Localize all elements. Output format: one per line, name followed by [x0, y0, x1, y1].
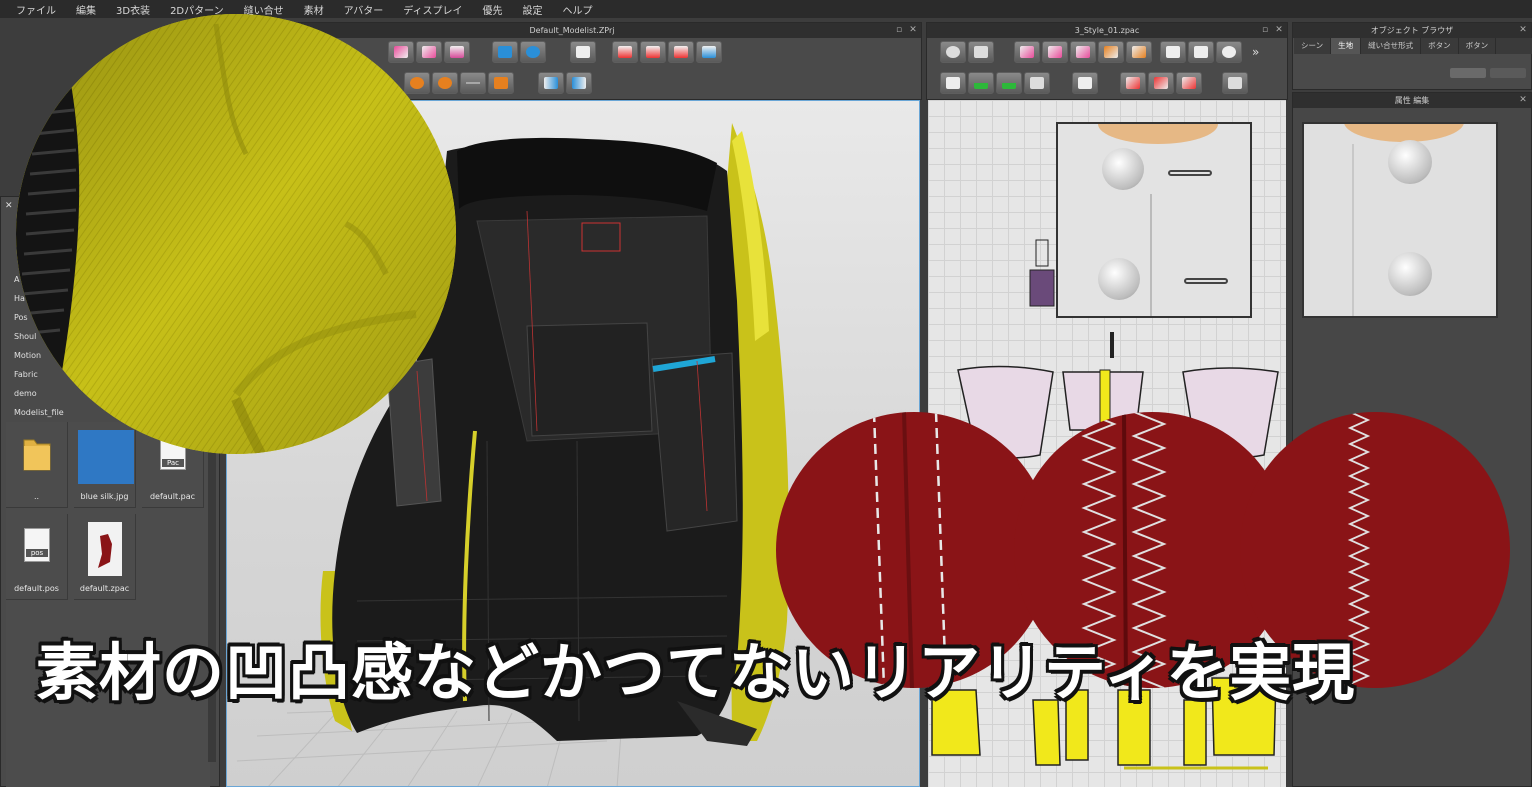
- scrollbar[interactable]: [208, 422, 216, 762]
- file-name: default.pos: [14, 584, 59, 593]
- button-closeup-2: [1302, 122, 1498, 318]
- garment-thumb: [88, 522, 122, 576]
- sew-check-button[interactable]: [1176, 72, 1202, 94]
- close-icon[interactable]: ✕: [1273, 24, 1285, 36]
- seam-green2-button[interactable]: [996, 72, 1022, 94]
- tool-shirt-button[interactable]: [492, 41, 518, 63]
- add-button[interactable]: [1450, 68, 1486, 78]
- tool-measure-button[interactable]: [570, 41, 596, 63]
- pos-file-icon: pos: [24, 528, 50, 562]
- tool-pin-button[interactable]: [520, 41, 546, 63]
- menu-file[interactable]: ファイル: [6, 2, 66, 17]
- file-type-label: Pac: [162, 459, 184, 467]
- topstitch-shirt-button[interactable]: [1072, 72, 1098, 94]
- viewport-title: Default_Modelist.ZPrj: [529, 26, 615, 35]
- buttonhole-tool-button[interactable]: [488, 72, 514, 94]
- file-name: default.zpac: [79, 584, 130, 593]
- close-icon[interactable]: ✕: [907, 24, 919, 36]
- tool-sew-button[interactable]: [416, 41, 442, 63]
- file-name: default.pac: [149, 492, 196, 501]
- avatar-side-button[interactable]: [668, 41, 694, 63]
- menu-3d-garment[interactable]: 3D衣装: [106, 2, 160, 17]
- property-editor-title: 属性 編集: [1394, 96, 1430, 105]
- pattern-point-button[interactable]: [1098, 41, 1124, 63]
- window-title: オブジェクト ブラウザ ✕: [1293, 23, 1531, 38]
- maximize-icon[interactable]: ▫: [893, 24, 905, 36]
- maximize-icon[interactable]: ▫: [1259, 24, 1271, 36]
- file-type-label: pos: [26, 549, 48, 557]
- pattern-title: 3_Style_01.zpac: [1074, 26, 1140, 35]
- pattern-ellipse-button[interactable]: [1160, 41, 1186, 63]
- copy-button[interactable]: [1490, 68, 1526, 78]
- sew-red2-button[interactable]: [1148, 72, 1174, 94]
- button-icon: [1388, 252, 1432, 296]
- tab-button[interactable]: ボタン: [1421, 38, 1459, 54]
- file-name: ..: [33, 492, 40, 501]
- sew-red-button[interactable]: [1120, 72, 1146, 94]
- menu-edit[interactable]: 編集: [66, 2, 106, 17]
- tab-sewing-type[interactable]: 縫い合せ形式: [1361, 38, 1422, 54]
- pattern-curve-button[interactable]: [1070, 41, 1096, 63]
- pattern-transform-button[interactable]: [940, 41, 966, 63]
- menu-avatar[interactable]: アバター: [334, 2, 394, 17]
- button-icon: [1102, 148, 1144, 190]
- tool-select-button[interactable]: [388, 41, 414, 63]
- file-thumb-default-pos[interactable]: pos default.pos: [6, 514, 68, 600]
- tab-scene[interactable]: シーン: [1294, 38, 1332, 54]
- menu-preferences[interactable]: 優先: [473, 2, 513, 17]
- library-thumbnails: .. blue silk.jpg Pac default.pac pos def…: [6, 422, 216, 787]
- pattern-circle-button[interactable]: [1216, 41, 1242, 63]
- menu-help[interactable]: ヘルプ: [553, 2, 603, 17]
- button-tool-button[interactable]: [404, 72, 430, 94]
- fabric-zoom-circle: [16, 14, 456, 454]
- seam-arc-button[interactable]: [1024, 72, 1050, 94]
- object-browser-tabs: シーン 生地 縫い合せ形式 ボタン ボタン: [1294, 38, 1532, 54]
- object-browser-panel: オブジェクト ブラウザ ✕: [1292, 22, 1532, 90]
- file-name: blue silk.jpg: [80, 492, 129, 501]
- window-title: 属性 編集 ✕: [1293, 93, 1531, 108]
- button-closeup-1: [1056, 122, 1252, 318]
- window-title: 3_Style_01.zpac ▫ ✕: [927, 23, 1287, 38]
- fabric-swatch: [78, 430, 134, 484]
- promo-caption: 素材の凹凸感などかつてないリアリティを実現: [36, 636, 1356, 709]
- button-icon: [1098, 258, 1140, 300]
- close-icon[interactable]: ✕: [1517, 24, 1529, 36]
- chevron-right-icon[interactable]: »: [1252, 45, 1259, 59]
- zipper-tool-button[interactable]: [460, 72, 486, 94]
- folder-icon: [23, 439, 51, 471]
- object-browser-title: オブジェクト ブラウザ: [1370, 26, 1454, 35]
- fold-tool-button[interactable]: [538, 72, 564, 94]
- avatar-red-button[interactable]: [612, 41, 638, 63]
- pattern-box-button[interactable]: [1188, 41, 1214, 63]
- close-icon[interactable]: ✕: [1517, 94, 1529, 106]
- menu-material[interactable]: 素材: [294, 2, 334, 17]
- seam-green-button[interactable]: [968, 72, 994, 94]
- avatar-pose-button[interactable]: [696, 41, 722, 63]
- file-thumb-parent[interactable]: ..: [6, 422, 68, 508]
- file-thumb-default-zpac[interactable]: default.zpac: [74, 514, 136, 600]
- tab-buttonhole[interactable]: ボタン: [1459, 38, 1497, 54]
- tool-avatar-button[interactable]: [444, 41, 470, 63]
- button-icon: [1388, 140, 1432, 184]
- pattern-line-button[interactable]: [1126, 41, 1152, 63]
- fold-arrange-button[interactable]: [566, 72, 592, 94]
- seam-allowance-button[interactable]: [940, 72, 966, 94]
- menu-display[interactable]: ディスプレイ: [393, 2, 472, 17]
- button-place-button[interactable]: [432, 72, 458, 94]
- menu-settings[interactable]: 設定: [513, 2, 553, 17]
- avatar-front-button[interactable]: [640, 41, 666, 63]
- close-icon[interactable]: ✕: [5, 201, 15, 211]
- pattern-rect-button[interactable]: [1042, 41, 1068, 63]
- pattern-polygon-button[interactable]: [1014, 41, 1040, 63]
- file-thumb-blue-silk[interactable]: blue silk.jpg: [74, 422, 136, 508]
- pattern-edit-button[interactable]: [968, 41, 994, 63]
- tab-fabric[interactable]: 生地: [1331, 38, 1362, 54]
- sew-mirror-button[interactable]: [1222, 72, 1248, 94]
- app-window: ファイル 編集 3D衣装 2Dパターン 縫い合せ 素材 アバター ディスプレイ …: [0, 0, 1532, 787]
